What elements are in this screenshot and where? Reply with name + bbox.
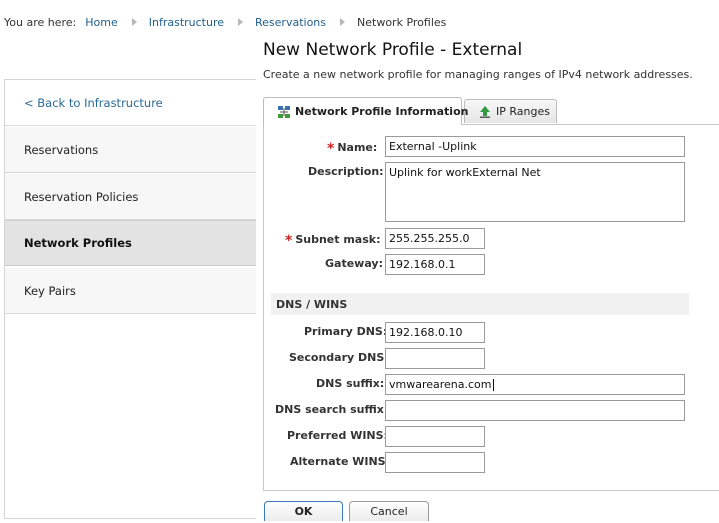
- preferred-wins-field[interactable]: [385, 426, 485, 447]
- sidebar-item-reservations[interactable]: Reservations: [5, 127, 256, 173]
- breadcrumb-infrastructure-link[interactable]: Infrastructure: [149, 16, 224, 29]
- name-field[interactable]: External -Uplink: [385, 136, 685, 157]
- description-field[interactable]: Uplink for workExternal Net: [385, 162, 685, 222]
- secondary-dns-label: Secondary DNS:: [289, 351, 389, 364]
- gateway-label: Gateway:: [325, 257, 383, 270]
- tab-label: Network Profile Information: [295, 105, 469, 118]
- sidebar: < Back to Infrastructure Reservations Re…: [4, 79, 256, 519]
- secondary-dns-field[interactable]: [385, 348, 485, 369]
- breadcrumb-separator-icon: [238, 18, 244, 26]
- page-title: New Network Profile - External: [263, 40, 523, 60]
- sidebar-item-reservation-policies[interactable]: Reservation Policies: [5, 174, 256, 220]
- network-profile-icon: [278, 105, 290, 118]
- dns-suffix-field[interactable]: vmwarearena.com: [385, 374, 685, 395]
- sidebar-item-key-pairs[interactable]: Key Pairs: [5, 268, 256, 314]
- tab-label: IP Ranges: [496, 105, 550, 118]
- preferred-wins-label: Preferred WINS:: [287, 429, 388, 442]
- alternate-wins-field[interactable]: [385, 452, 485, 473]
- breadcrumb-reservations-link[interactable]: Reservations: [255, 16, 326, 29]
- sidebar-empty-area: [5, 314, 256, 518]
- subnet-mask-field[interactable]: 255.255.255.0: [385, 228, 485, 249]
- tab-ip-ranges[interactable]: IP Ranges: [464, 99, 557, 123]
- breadcrumb: You are here: Home Infrastructure Reserv…: [4, 14, 446, 30]
- dns-search-suffix-field[interactable]: [385, 400, 685, 421]
- sidebar-item-back-to-infrastructure[interactable]: < Back to Infrastructure: [5, 80, 256, 126]
- breadcrumb-separator-icon: [131, 18, 137, 26]
- alternate-wins-label: Alternate WINS:: [290, 455, 390, 468]
- breadcrumb-separator-icon: [340, 18, 346, 26]
- dns-suffix-label: DNS suffix:: [316, 377, 385, 390]
- required-marker: *: [285, 233, 293, 249]
- name-label: * Name:: [327, 141, 378, 157]
- primary-dns-field[interactable]: 192.168.0.10: [385, 322, 485, 343]
- breadcrumb-home-link[interactable]: Home: [85, 16, 117, 29]
- ip-ranges-icon: [479, 105, 491, 118]
- dns-search-suffix-label: DNS search suffix:: [275, 403, 389, 416]
- gateway-field[interactable]: 192.168.0.1: [385, 254, 485, 275]
- primary-dns-label: Primary DNS:: [304, 325, 388, 338]
- dns-wins-section-header: DNS / WINS: [271, 293, 689, 315]
- cancel-button[interactable]: Cancel: [349, 501, 429, 521]
- subnet-mask-label: * Subnet mask:: [285, 233, 381, 249]
- text-cursor: [492, 379, 494, 391]
- breadcrumb-prefix: You are here:: [4, 15, 77, 29]
- required-marker: *: [327, 141, 335, 157]
- page-description: Create a new network profile for managin…: [263, 68, 693, 81]
- description-label: Description:: [308, 165, 384, 178]
- sidebar-item-network-profiles[interactable]: Network Profiles: [5, 220, 256, 266]
- dns-suffix-value: vmwarearena.com: [389, 378, 492, 391]
- ok-button[interactable]: OK: [264, 501, 343, 521]
- tab-network-profile-information[interactable]: Network Profile Information: [263, 97, 468, 125]
- breadcrumb-current: Network Profiles: [357, 15, 447, 29]
